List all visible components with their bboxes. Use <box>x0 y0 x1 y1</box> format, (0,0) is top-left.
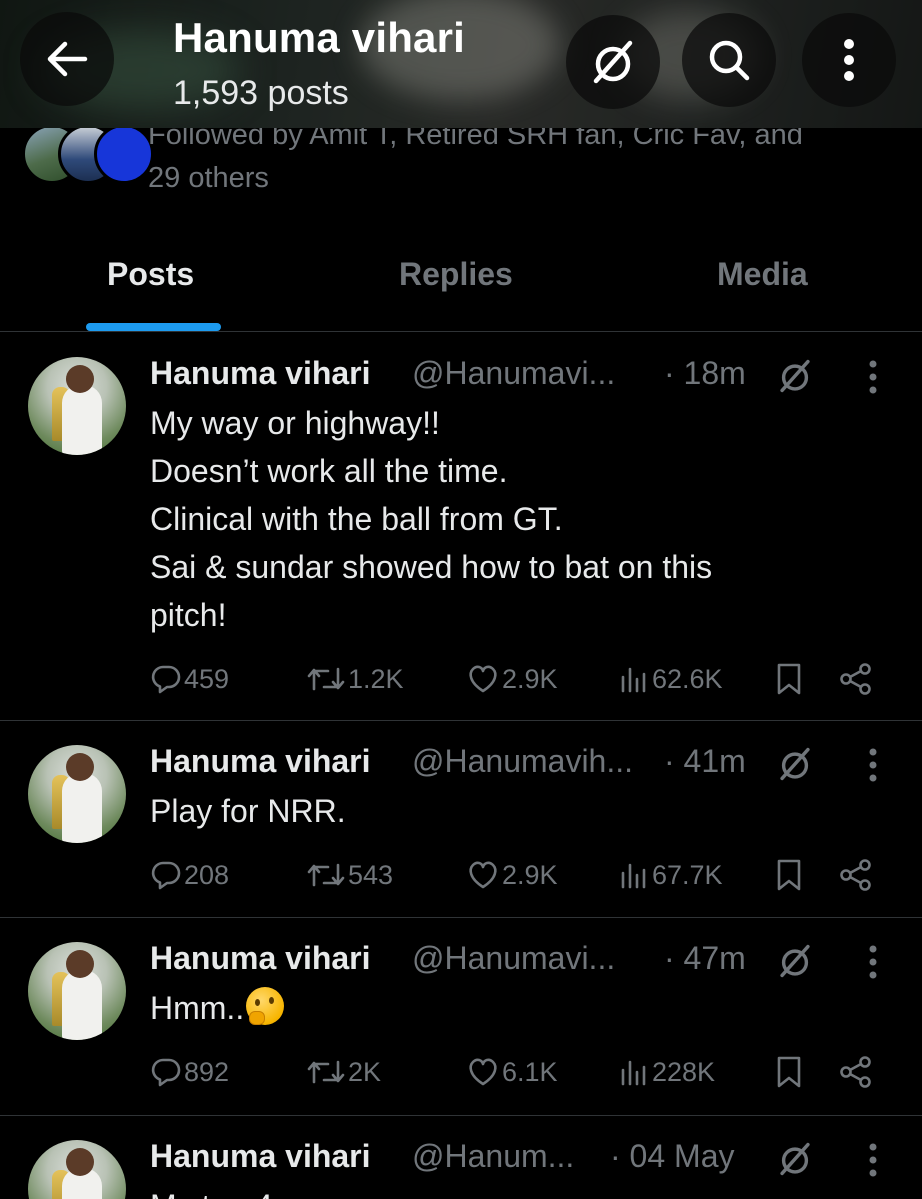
author-handle[interactable]: @Hanumavi... <box>412 355 636 392</box>
do-not-disturb-icon <box>780 944 810 978</box>
views-chart-icon <box>621 863 646 889</box>
like-button[interactable]: 6.1K <box>466 1052 558 1092</box>
post-header: Hanuma vihari @Hanumavi... · 18m <box>150 355 830 399</box>
reply-icon <box>151 861 181 890</box>
do-not-disturb-icon <box>593 40 633 84</box>
tab-posts[interactable]: Posts <box>107 256 194 293</box>
avatar[interactable] <box>28 942 126 1040</box>
profile-name: Hanuma vihari <box>173 14 466 61</box>
post[interactable]: Hanuma vihari @Hanumavih... · 41m Play f… <box>0 721 922 918</box>
more-vertical-icon[interactable] <box>866 747 880 783</box>
share-icon <box>840 663 871 695</box>
thinking-face-emoji <box>246 987 285 1025</box>
avatar[interactable] <box>28 1140 126 1199</box>
more-vertical-icon[interactable] <box>866 1142 880 1178</box>
post-count: 1,593 posts <box>173 74 349 112</box>
bookmark-button[interactable] <box>774 1052 804 1092</box>
post-actions: 892 2K 6.1K 228K <box>150 1052 890 1092</box>
reply-icon <box>151 665 181 694</box>
post-time[interactable]: · 18m <box>664 355 746 392</box>
repost-button[interactable]: 2K <box>306 1052 381 1092</box>
heart-icon <box>469 861 497 889</box>
post-header: Hanuma vihari @Hanumavi... · 47m <box>150 940 830 984</box>
avatar <box>94 124 154 184</box>
post-actions: 208 543 2.9K 67.7K <box>150 855 890 895</box>
more-vertical-icon[interactable] <box>866 359 880 395</box>
post-actions: 459 1.2K 2.9K 62.6K <box>150 659 890 699</box>
bookmark-icon <box>777 859 801 891</box>
author-handle[interactable]: @Hanumavih... <box>412 743 656 780</box>
tab-media[interactable]: Media <box>717 256 808 293</box>
reply-icon <box>151 1058 181 1087</box>
repost-icon <box>307 1060 345 1084</box>
post-header: Hanuma vihari @Hanumavih... · 41m <box>150 743 830 787</box>
author-name[interactable]: Hanuma vihari <box>150 940 371 977</box>
share-icon <box>840 859 871 891</box>
search-button[interactable] <box>682 13 776 107</box>
share-button[interactable] <box>838 855 874 895</box>
back-arrow-icon <box>47 41 88 77</box>
repost-icon <box>307 667 345 691</box>
avatar[interactable] <box>28 357 126 455</box>
post[interactable]: Hanuma vihari @Hanumavi... · 18m My way … <box>0 333 922 721</box>
post-text: Hmm.. <box>150 984 830 1032</box>
reply-button[interactable]: 459 <box>150 659 229 699</box>
repost-button[interactable]: 543 <box>306 855 393 895</box>
views-button[interactable]: 67.7K <box>618 855 723 895</box>
bookmark-icon <box>777 663 801 695</box>
bookmark-button[interactable] <box>774 659 804 699</box>
author-name[interactable]: Hanuma vihari <box>150 355 371 392</box>
post-text: My way or highway!! Doesn’t work all the… <box>150 405 713 633</box>
more-options-button[interactable] <box>802 13 896 107</box>
search-icon <box>709 40 750 81</box>
author-handle[interactable]: @Hanumavi... <box>412 940 636 977</box>
views-chart-icon <box>621 667 646 693</box>
more-vertical-icon[interactable] <box>866 944 880 980</box>
profile-header: Hanuma vihari 1,593 posts <box>0 0 922 128</box>
follower-avatars <box>22 124 154 184</box>
post-text: My top 4 <box>150 1182 830 1199</box>
avatar[interactable] <box>28 745 126 843</box>
share-icon <box>840 1056 871 1088</box>
reply-button[interactable]: 892 <box>150 1052 229 1092</box>
post-text: Play for NRR. <box>150 793 346 829</box>
back-button[interactable] <box>20 12 114 106</box>
profile-page: Hanuma vihari 1,593 posts Followed by Am… <box>0 0 922 1199</box>
author-name[interactable]: Hanuma vihari <box>150 1138 371 1175</box>
post-time[interactable]: · 47m <box>664 940 746 977</box>
tab-replies[interactable]: Replies <box>399 256 513 293</box>
do-not-disturb-icon <box>780 747 810 781</box>
do-not-disturb-icon <box>780 359 810 393</box>
views-button[interactable]: 228K <box>618 1052 715 1092</box>
repost-icon <box>307 863 345 887</box>
share-button[interactable] <box>838 1052 874 1092</box>
author-name[interactable]: Hanuma vihari <box>150 743 371 780</box>
more-vertical-icon <box>844 39 854 81</box>
heart-icon <box>469 1058 497 1086</box>
bookmark-button[interactable] <box>774 855 804 895</box>
post-time[interactable]: · 41m <box>664 743 746 780</box>
post[interactable]: Hanuma vihari @Hanum... · 04 May My top … <box>0 1116 922 1199</box>
profile-tabs: Posts Replies Media <box>0 240 922 332</box>
share-button[interactable] <box>838 659 874 699</box>
like-button[interactable]: 2.9K <box>466 659 558 699</box>
bookmark-icon <box>777 1056 801 1088</box>
views-chart-icon <box>621 1060 646 1086</box>
reply-button[interactable]: 208 <box>150 855 229 895</box>
post-time[interactable]: · 04 May <box>610 1138 734 1175</box>
heart-icon <box>469 665 497 693</box>
post-header: Hanuma vihari @Hanum... · 04 May <box>150 1138 830 1182</box>
views-button[interactable]: 62.6K <box>618 659 723 699</box>
author-handle[interactable]: @Hanum... <box>412 1138 592 1175</box>
mute-button[interactable] <box>566 15 660 109</box>
like-button[interactable]: 2.9K <box>466 855 558 895</box>
repost-button[interactable]: 1.2K <box>306 659 404 699</box>
post[interactable]: Hanuma vihari @Hanumavi... · 47m Hmm.. 8… <box>0 918 922 1116</box>
active-tab-indicator <box>86 323 221 331</box>
do-not-disturb-icon <box>780 1142 810 1176</box>
